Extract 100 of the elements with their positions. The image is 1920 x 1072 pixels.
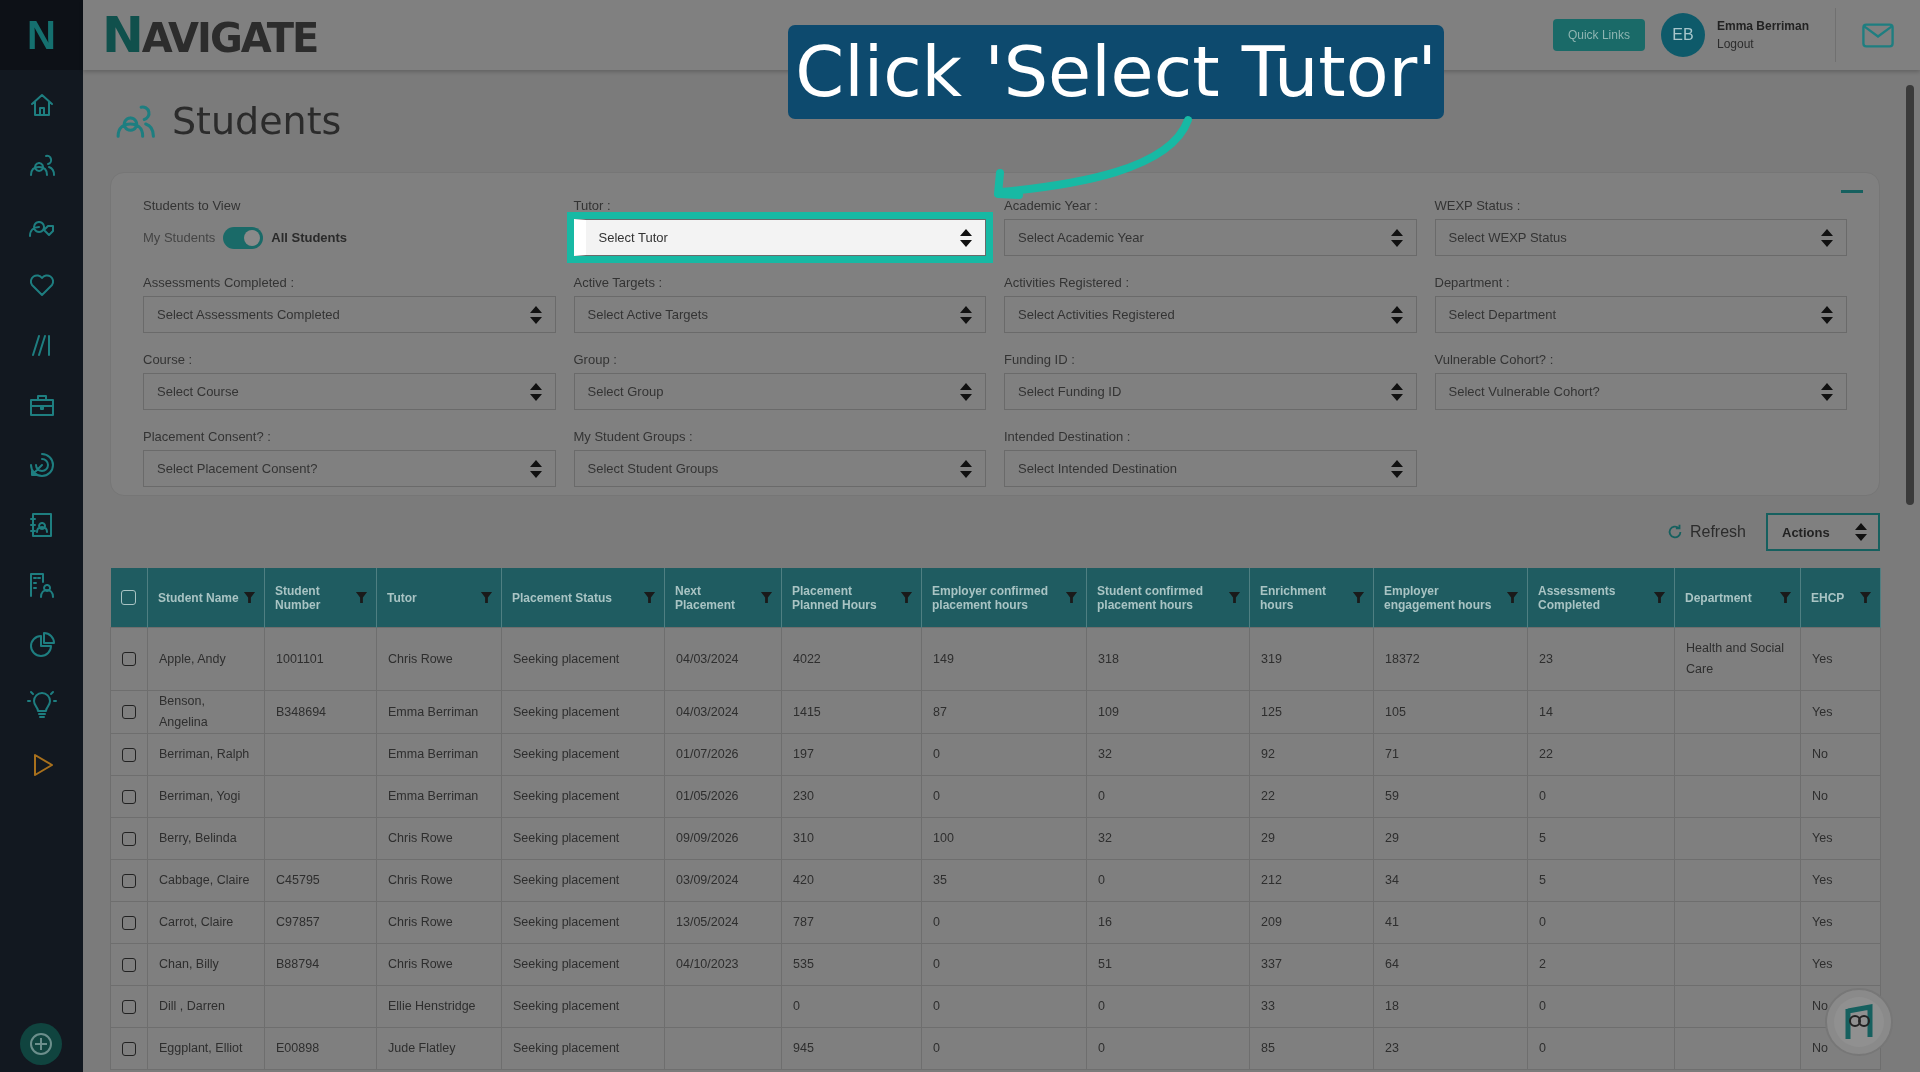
row-checkbox[interactable]: [122, 1041, 136, 1056]
table-cell: Yes: [1812, 704, 1833, 719]
table-cell: 0: [1539, 915, 1546, 929]
filter-icon[interactable]: [243, 591, 256, 604]
sort-icon: [1854, 522, 1868, 542]
user-avatar[interactable]: EB: [1660, 13, 1705, 57]
row-checkbox[interactable]: [122, 747, 136, 762]
table-cell: Seeking placement: [513, 831, 620, 845]
table-cell: Health and Social Care: [1686, 641, 1784, 676]
filter-icon[interactable]: [1859, 591, 1872, 604]
table-cell: 0: [933, 915, 940, 929]
table-cell: 51: [1098, 957, 1112, 971]
row-checkbox[interactable]: [122, 831, 136, 846]
column-header[interactable]: Tutor: [387, 590, 417, 605]
table-cell: 0: [1098, 789, 1105, 803]
select-field[interactable]: Select Student Groups: [573, 450, 986, 487]
table-cell: Yes: [1812, 915, 1833, 929]
add-icon[interactable]: [19, 1022, 63, 1066]
table-cell: 33: [1261, 999, 1275, 1013]
filter-icon[interactable]: [480, 591, 493, 604]
table-cell: 5: [1539, 831, 1546, 845]
table-cell: Seeking placement: [513, 747, 620, 761]
sort-icon: [959, 304, 973, 325]
select-field[interactable]: Select Funding ID: [1004, 373, 1417, 410]
table-cell: Seeking placement: [513, 1041, 620, 1055]
app-logo: N: [0, 0, 83, 70]
row-checkbox[interactable]: [122, 957, 136, 972]
filter-icon[interactable]: [760, 591, 773, 604]
row-checkbox[interactable]: [122, 705, 136, 719]
filter-label: Department :: [1434, 276, 1511, 290]
filter-icon[interactable]: [643, 591, 656, 604]
table-cell: Chan, Billy: [159, 957, 219, 971]
sort-icon: [1389, 227, 1404, 248]
select-field[interactable]: Select Placement Consent?: [143, 450, 556, 487]
table-cell: 310: [793, 831, 814, 845]
table-cell: C45795: [276, 873, 320, 887]
filter-icon[interactable]: [1653, 591, 1666, 604]
filter-label: Vulnerable Cohort? :: [1434, 353, 1555, 367]
sort-icon: [1820, 381, 1834, 402]
select-field[interactable]: Select Vulnerable Cohort?: [1434, 373, 1847, 410]
select-field[interactable]: Select Department: [1434, 296, 1847, 333]
select-field[interactable]: Select Intended Destination: [1004, 450, 1417, 487]
table-cell: Seeking placement: [513, 915, 620, 929]
table-cell: 87: [933, 704, 947, 719]
filter-icon[interactable]: [1779, 591, 1792, 604]
select-field[interactable]: Select Course: [143, 373, 556, 410]
column-header[interactable]: Student Name: [158, 590, 239, 605]
table-cell: 04/03/2024: [676, 651, 739, 666]
select-field[interactable]: Select WEXP Status: [1434, 219, 1847, 256]
table-cell: 1415: [793, 704, 821, 719]
select-field[interactable]: Select Academic Year: [1004, 219, 1417, 256]
table-cell: 85: [1261, 1041, 1275, 1055]
sort-icon: [1389, 381, 1404, 402]
table-cell: 32: [1098, 747, 1112, 761]
actions-dropdown[interactable]: Actions: [1766, 513, 1880, 551]
row-checkbox[interactable]: [122, 789, 136, 804]
logout-link[interactable]: Logout: [1716, 37, 1809, 51]
table-cell: Yes: [1812, 873, 1833, 887]
select-field[interactable]: Select Activities Registered: [1004, 296, 1417, 333]
table-cell: No: [1812, 1041, 1828, 1055]
table-cell: Seeking placement: [513, 651, 620, 666]
table-cell: 5: [1539, 873, 1546, 887]
row-checkbox[interactable]: [122, 999, 136, 1014]
filter-label: Tutor :: [573, 199, 612, 213]
table-cell: 29: [1261, 831, 1275, 845]
table-cell: 125: [1261, 704, 1282, 719]
table-cell: 212: [1261, 873, 1282, 887]
table-cell: Chris Rowe: [388, 957, 453, 971]
filter-icon[interactable]: [1352, 591, 1365, 604]
filter-icon[interactable]: [1065, 591, 1078, 604]
filter-icon[interactable]: [1506, 591, 1519, 604]
sort-icon: [1389, 304, 1404, 325]
filter-icon[interactable]: [900, 591, 913, 604]
table-cell: 2: [1539, 957, 1546, 971]
select-field[interactable]: Select Active Targets: [573, 296, 986, 333]
scrollbar-thumb[interactable]: [1906, 85, 1914, 505]
table-cell: 787: [793, 915, 814, 929]
filter-icon[interactable]: [1228, 591, 1241, 604]
table-cell: 1001101: [276, 651, 324, 666]
row-checkbox[interactable]: [122, 873, 136, 888]
table-cell: Berriman, Ralph: [159, 747, 250, 761]
toggle-switch[interactable]: [223, 226, 264, 249]
column-header[interactable]: EHCP: [1811, 590, 1845, 605]
filter-icon[interactable]: [355, 591, 368, 604]
select-all-checkbox[interactable]: [121, 590, 137, 605]
refresh-button[interactable]: Refresh: [1659, 522, 1752, 542]
select-field[interactable]: Select Group: [573, 373, 986, 410]
table-cell: 22: [1539, 747, 1553, 761]
row-checkbox[interactable]: [122, 652, 136, 666]
column-header[interactable]: Placement Status: [512, 590, 613, 605]
quick-links-button[interactable]: Quick Links: [1552, 19, 1645, 51]
column-header[interactable]: Department: [1685, 590, 1752, 605]
row-checkbox[interactable]: [122, 915, 136, 930]
filter-label: Funding ID :: [1004, 353, 1076, 367]
bulb-icon[interactable]: [26, 690, 57, 720]
filter-label: Activities Registered :: [1004, 276, 1130, 290]
filter-label: My Student Groups :: [573, 430, 694, 444]
table-cell: 09/09/2026: [676, 831, 739, 845]
table-cell: 13/05/2024: [676, 915, 739, 929]
select-field[interactable]: Select Assessments Completed: [143, 296, 556, 333]
